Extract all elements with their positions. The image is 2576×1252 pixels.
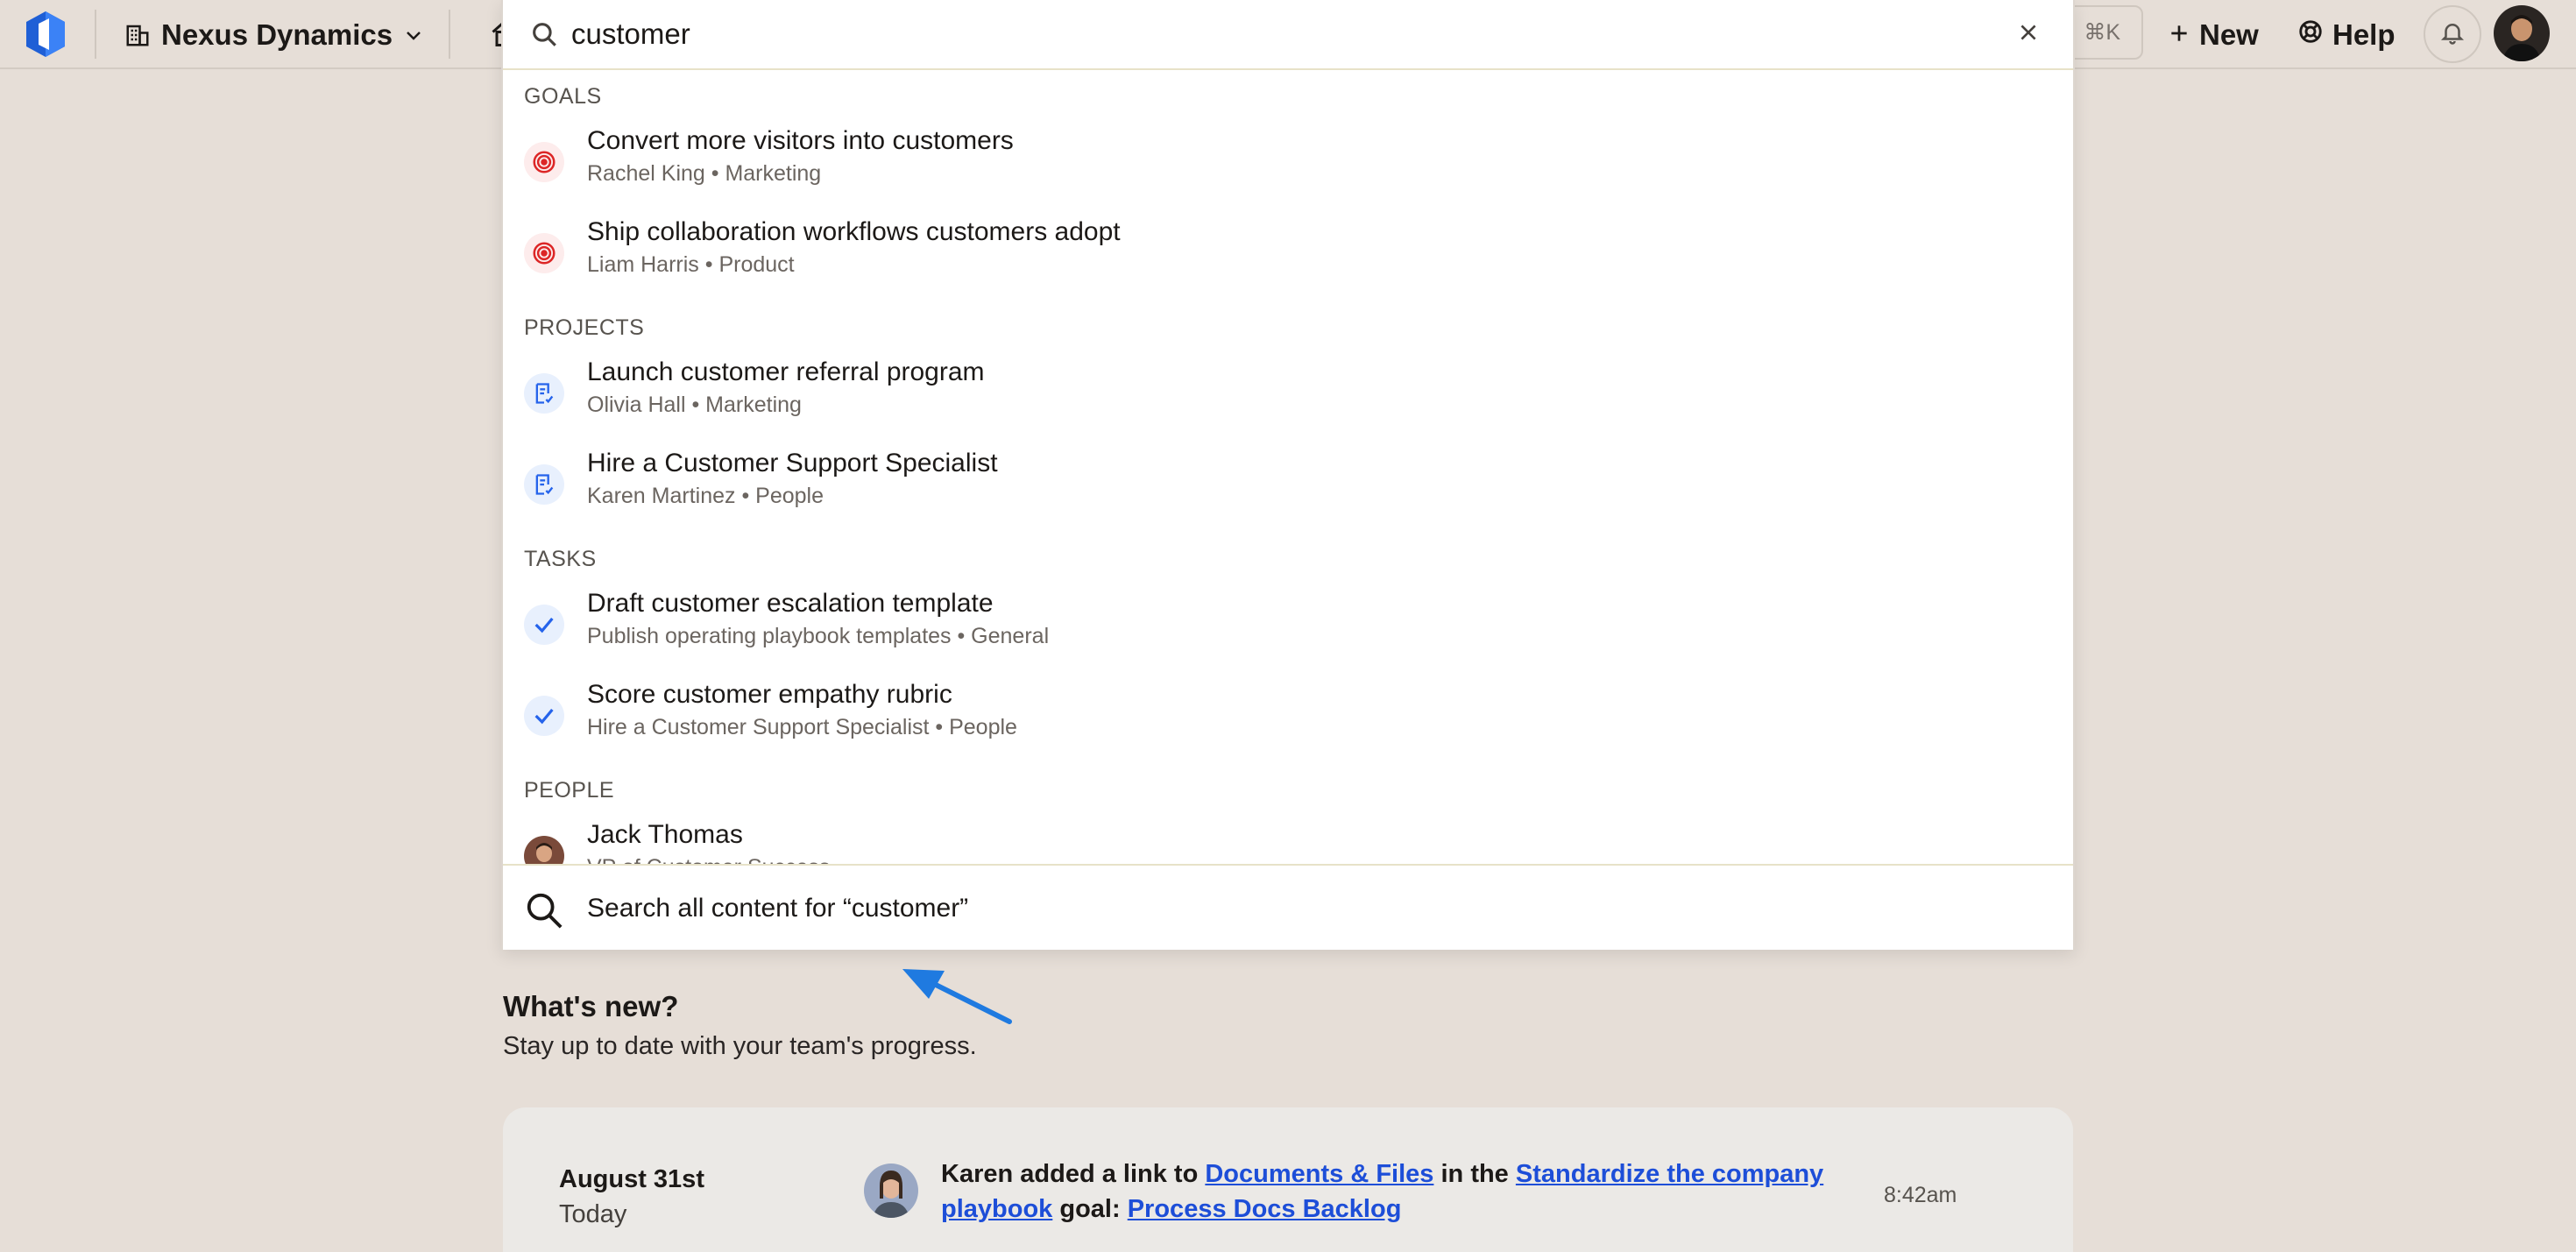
feed-mid-text: in the [1440,1160,1509,1188]
result-task[interactable]: Draft customer escalation template Publi… [503,576,2073,668]
feed-mid2-text: goal: [1059,1195,1121,1223]
search-bar [503,0,2073,70]
result-title: Hire a Customer Support Specialist [587,449,998,477]
result-subtitle: Olivia Hall • Marketing [587,393,802,417]
shortcut-label: ⌘K [2084,20,2120,45]
result-goal[interactable]: Ship collaboration workflows customers a… [503,205,2073,296]
clear-search-button[interactable] [2012,18,2045,51]
section-label-goals: GOALS [524,84,602,109]
search-icon [529,19,559,53]
new-button[interactable]: New [2168,11,2259,60]
close-icon [2017,21,2040,48]
company-name: Nexus Dynamics [161,18,393,51]
result-person[interactable]: Jack Thomas VP of Customer Success [503,808,2073,864]
avatar[interactable] [2494,5,2550,61]
whats-new-title: What's new? [503,990,679,1022]
result-subtitle: Rachel King • Marketing [587,161,822,186]
feed-day: Today [559,1200,627,1228]
result-title: Draft customer escalation template [587,589,994,618]
help-icon [2297,18,2324,52]
result-subtitle: Publish operating playbook templates • G… [587,624,1050,648]
activity-feed-card: August 31st Today Karen added a link to … [503,1107,2073,1252]
whats-new-subtitle: Stay up to date with your team's progres… [503,1032,977,1060]
result-title: Launch customer referral program [587,357,985,386]
avatar [524,836,564,864]
logo-icon[interactable] [25,10,67,59]
notifications-button[interactable] [2424,5,2481,63]
target-icon [524,142,564,182]
chevron-down-icon [403,25,424,46]
result-goal[interactable]: Convert more visitors into customers Rac… [503,114,2073,205]
result-title: Jack Thomas [587,820,743,849]
documents-files-link[interactable]: Documents & Files [1205,1160,1433,1188]
result-subtitle: VP of Customer Success [587,855,830,864]
building-icon [124,22,151,48]
feed-activity-text: Karen added a link to Documents & Files … [941,1157,1835,1227]
check-icon [524,605,564,645]
section-label-people: PEOPLE [524,778,615,803]
result-subtitle: Karen Martinez • People [587,484,824,508]
avatar[interactable] [864,1164,918,1218]
new-button-label: New [2199,18,2259,51]
divider [95,10,96,59]
result-task[interactable]: Score customer empathy rubric Hire a Cus… [503,668,2073,759]
company-switcher[interactable]: Nexus Dynamics [124,12,424,58]
search-results: GOALS Convert more visitors into custome… [503,70,2073,864]
feed-time: 8:42am [1884,1183,1957,1207]
help-button-label: Help [2332,18,2396,51]
plus-icon [2168,18,2190,52]
search-dropdown: GOALS Convert more visitors into custome… [501,0,2075,950]
result-project[interactable]: Hire a Customer Support Specialist Karen… [503,436,2073,527]
result-title: Score customer empathy rubric [587,680,952,709]
check-icon [524,696,564,736]
result-subtitle: Liam Harris • Product [587,252,795,277]
project-icon [524,464,564,505]
bell-icon [2439,19,2466,50]
result-project[interactable]: Launch customer referral program Olivia … [503,345,2073,436]
section-label-tasks: TASKS [524,547,597,571]
divider [449,10,450,59]
result-subtitle: Hire a Customer Support Specialist • Peo… [587,715,1017,739]
section-label-projects: PROJECTS [524,315,645,340]
result-title: Ship collaboration workflows customers a… [587,217,1121,246]
search-input[interactable] [571,12,1956,56]
feed-date: August 31st [559,1165,704,1193]
search-all-content-button[interactable]: Search all content for “customer” [503,864,2073,950]
search-icon [524,890,564,935]
process-docs-link[interactable]: Process Docs Backlog [1128,1195,1402,1223]
target-icon [524,233,564,273]
feed-actor-text: Karen added a link to [941,1160,1199,1188]
arrow-icon [894,964,1016,1031]
search-all-label: Search all content for “customer” [587,894,969,923]
project-icon [524,373,564,414]
help-button[interactable]: Help [2297,11,2396,60]
result-title: Convert more visitors into customers [587,126,1014,155]
